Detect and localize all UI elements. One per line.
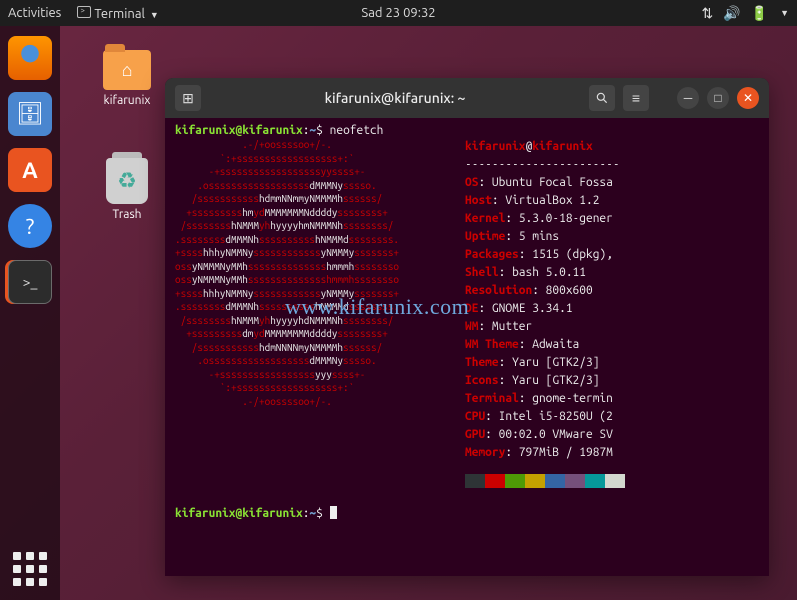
- info-line: Packages: 1515 (dpkg),: [465, 246, 759, 264]
- prompt-line: kifarunix@kifarunix:~$ neofetch: [175, 124, 759, 138]
- info-line: OS: Ubuntu Focal Fossa: [465, 174, 759, 192]
- new-tab-button[interactable]: ⊞: [175, 85, 201, 111]
- dock: 🗄 ?: [0, 26, 60, 600]
- battery-icon[interactable]: 🔋: [751, 5, 768, 22]
- desktop-icon-label: Trash: [92, 208, 162, 221]
- folder-icon: ⌂: [103, 50, 151, 90]
- chevron-down-icon[interactable]: ▼: [780, 8, 789, 18]
- info-line: Shell: bash 5.0.11: [465, 264, 759, 282]
- info-line: Host: VirtualBox 1.2: [465, 192, 759, 210]
- search-button[interactable]: [589, 85, 615, 111]
- info-line: DE: GNOME 3.34.1: [465, 300, 759, 318]
- desktop-icon-label: kifarunix: [92, 94, 162, 107]
- software-icon[interactable]: [8, 148, 52, 192]
- neofetch-info: kifarunix@kifarunix --------------------…: [465, 138, 759, 488]
- color-swatches: [465, 474, 759, 488]
- info-line: Theme: Yaru [GTK2/3]: [465, 354, 759, 372]
- terminal-body[interactable]: kifarunix@kifarunix:~$ neofetch .-/+ooss…: [165, 118, 769, 576]
- desktop-trash[interactable]: ♻ Trash: [92, 158, 162, 221]
- show-apps-button[interactable]: [13, 552, 47, 586]
- help-icon[interactable]: ?: [8, 204, 52, 248]
- info-line: Resolution: 800x600: [465, 282, 759, 300]
- terminal-icon: [77, 6, 91, 18]
- menu-button[interactable]: ≡: [623, 85, 649, 111]
- files-icon[interactable]: 🗄: [8, 92, 52, 136]
- chevron-down-icon: ▼: [150, 10, 159, 20]
- info-line: Terminal: gnome-termin: [465, 390, 759, 408]
- info-line: CPU: Intel i5-8250U (2: [465, 408, 759, 426]
- maximize-button[interactable]: □: [707, 87, 729, 109]
- prompt-line: kifarunix@kifarunix:~$: [175, 506, 759, 521]
- info-line: Kernel: 5.3.0-18-gener: [465, 210, 759, 228]
- search-icon: [595, 91, 609, 105]
- close-button[interactable]: ✕: [737, 87, 759, 109]
- top-bar: Activities Terminal ▼ Sad 23 09:32 ⇅ 🔊 🔋…: [0, 0, 797, 26]
- terminal-window: ⊞ kifarunix@kifarunix: ~ ≡ ─ □ ✕ kifarun…: [165, 78, 769, 576]
- volume-icon[interactable]: 🔊: [723, 5, 740, 22]
- trash-icon: ♻: [106, 158, 148, 204]
- info-line: GPU: 00:02.0 VMware SV: [465, 426, 759, 444]
- clock[interactable]: Sad 23 09:32: [361, 6, 435, 20]
- info-line: WM Theme: Adwaita: [465, 336, 759, 354]
- neofetch-ascii-art: .-/+oossssoo+/-. `:+ssssssssssssssssss+:…: [175, 138, 465, 488]
- activities-button[interactable]: Activities: [8, 6, 61, 20]
- info-line: Uptime: 5 mins: [465, 228, 759, 246]
- minimize-button[interactable]: ─: [677, 87, 699, 109]
- info-line: Memory: 797MiB / 1987M: [465, 444, 759, 462]
- desktop-folder-kifarunix[interactable]: ⌂ kifarunix: [92, 50, 162, 107]
- cursor: [330, 506, 337, 519]
- terminal-icon[interactable]: [8, 260, 52, 304]
- info-line: WM: Mutter: [465, 318, 759, 336]
- info-line: Icons: Yaru [GTK2/3]: [465, 372, 759, 390]
- command-text: neofetch: [330, 124, 384, 137]
- firefox-icon[interactable]: [8, 36, 52, 80]
- window-title: kifarunix@kifarunix: ~: [209, 90, 581, 106]
- network-icon[interactable]: ⇅: [701, 5, 713, 22]
- app-menu[interactable]: Terminal ▼: [77, 6, 159, 21]
- window-titlebar[interactable]: ⊞ kifarunix@kifarunix: ~ ≡ ─ □ ✕: [165, 78, 769, 118]
